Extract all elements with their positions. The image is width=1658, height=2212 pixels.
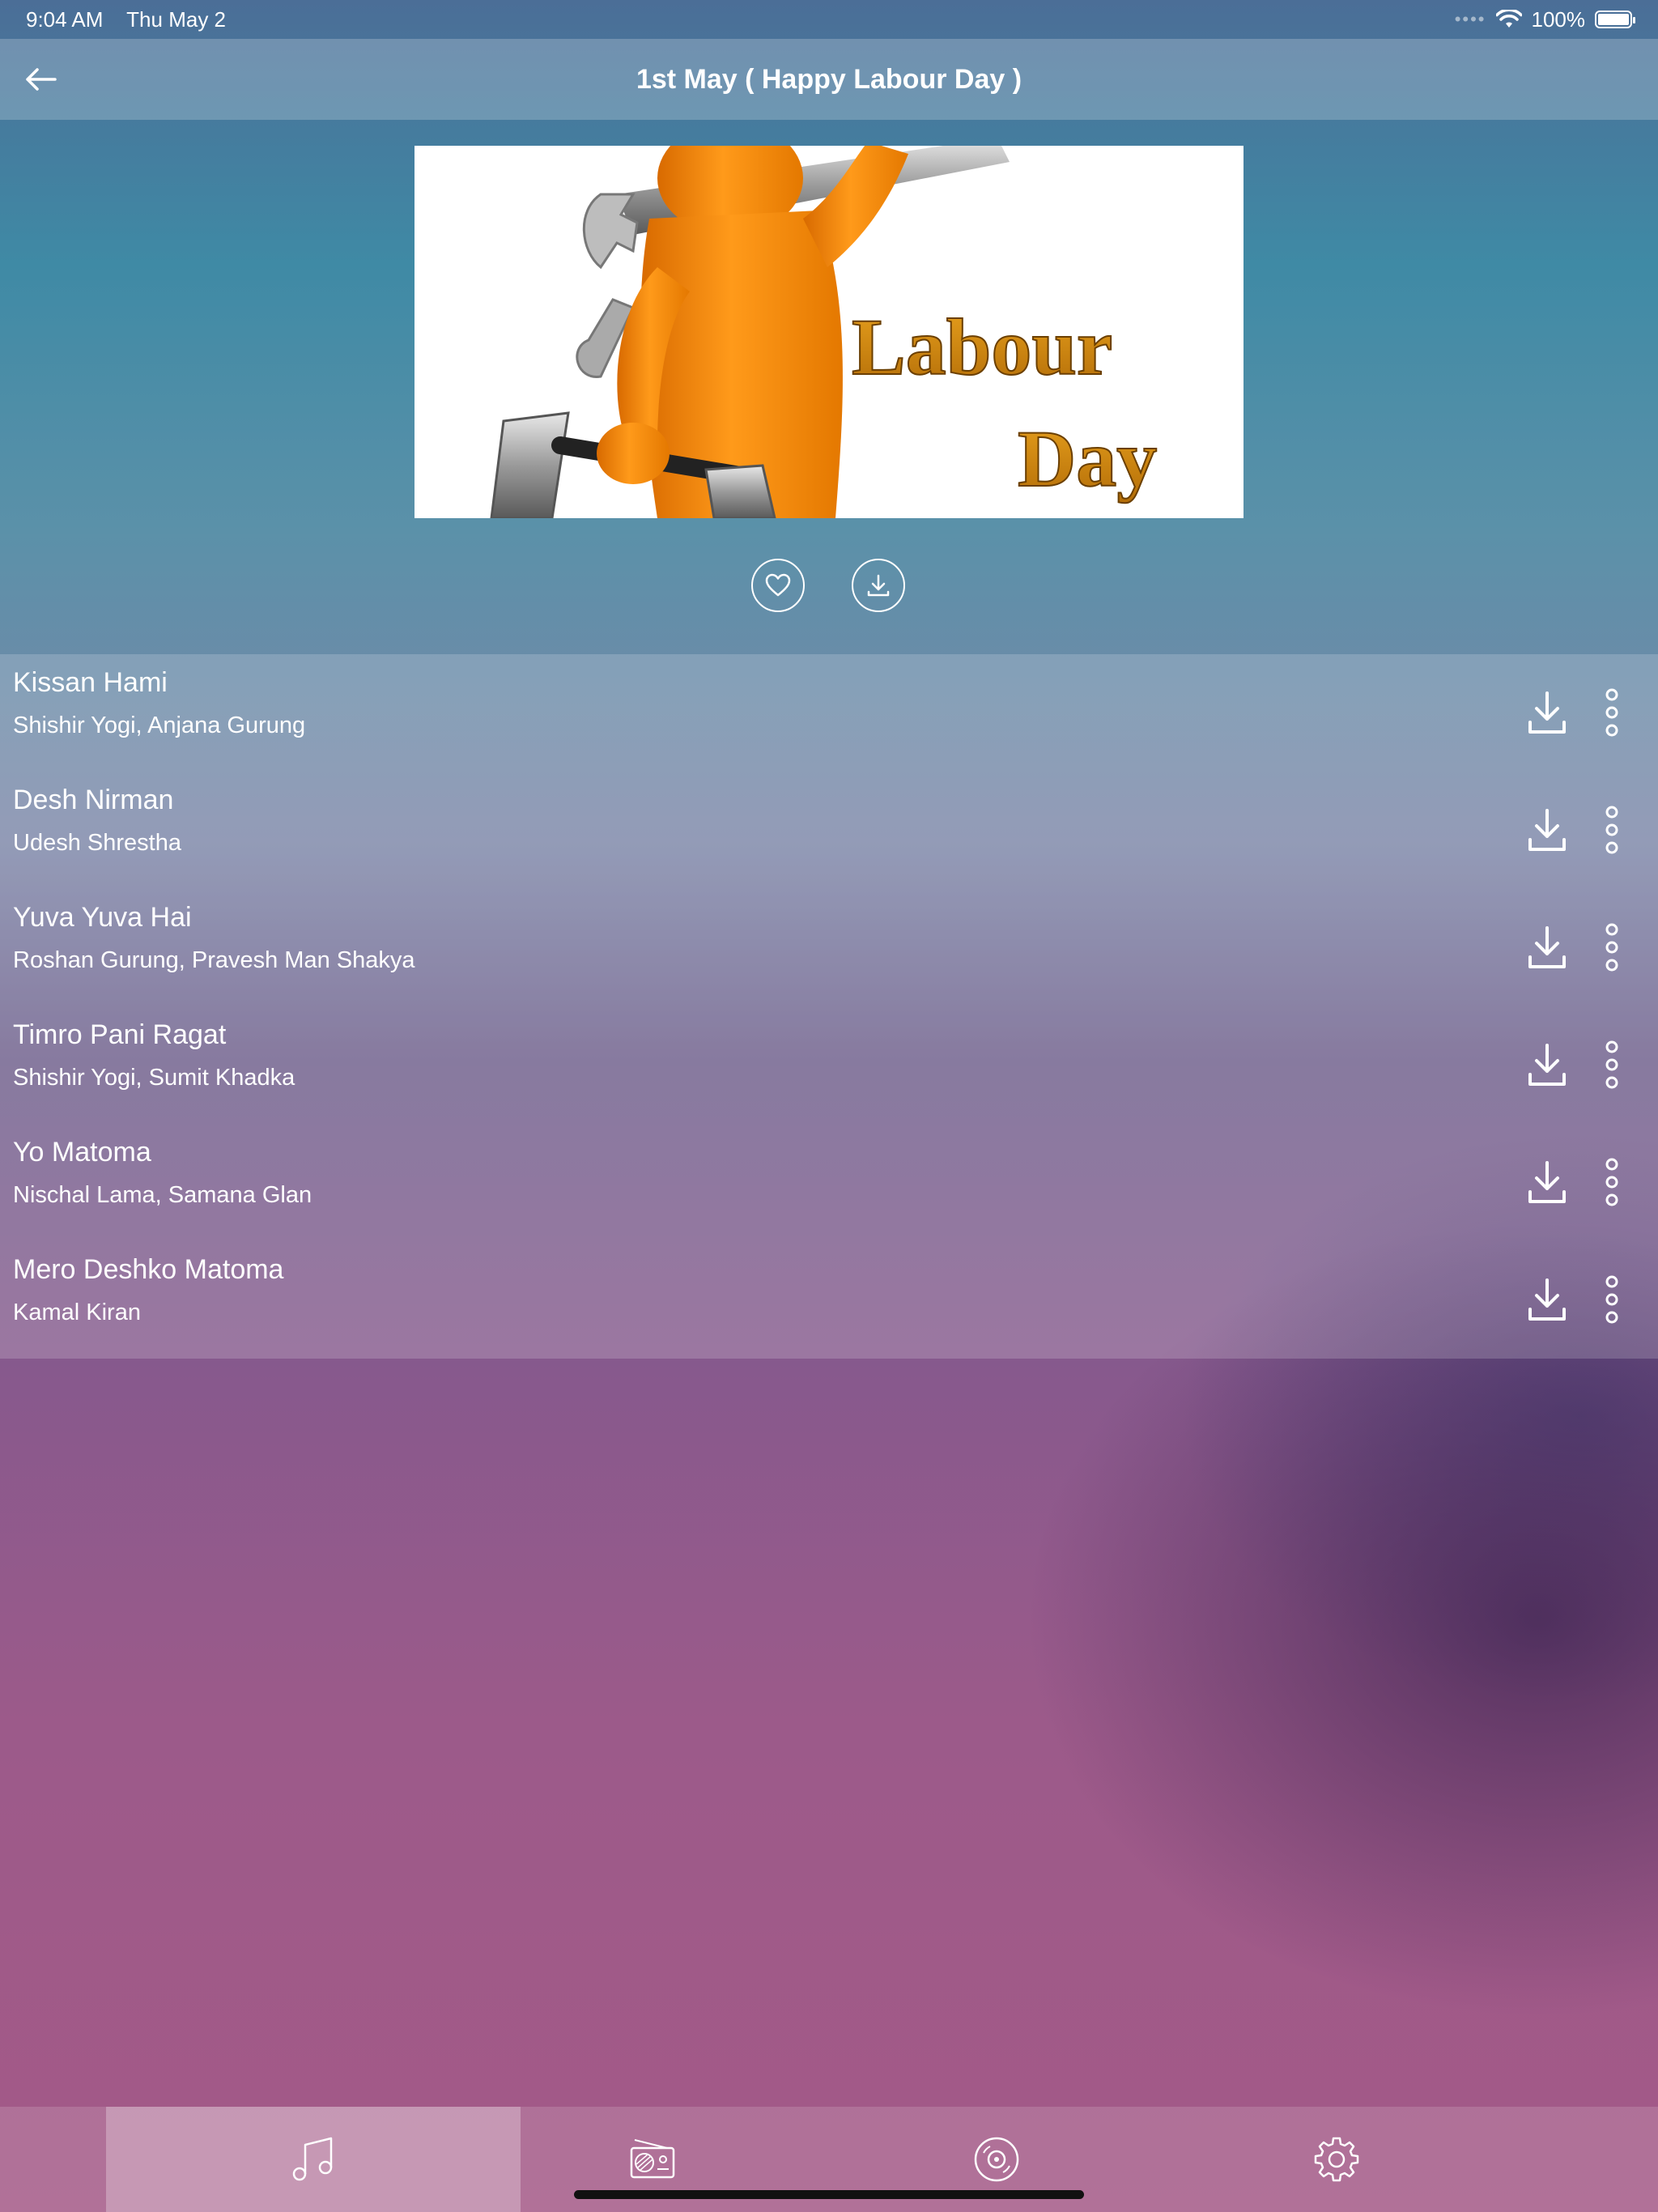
- download-icon: [867, 574, 890, 597]
- track-title: Timro Pani Ragat: [13, 1019, 227, 1050]
- action-row: [0, 559, 1658, 614]
- more-options-icon[interactable]: [1600, 1275, 1624, 1324]
- track-title: Desh Nirman: [13, 785, 174, 815]
- download-icon[interactable]: [1527, 1277, 1567, 1322]
- download-icon[interactable]: [1527, 807, 1567, 853]
- track-list: Kissan Hami Shishir Yogi, Anjana Gurung …: [0, 654, 1658, 1359]
- track-row[interactable]: Timro Pani Ragat Shishir Yogi, Sumit Kha…: [0, 1006, 1658, 1124]
- disc-icon: [974, 2137, 1019, 2182]
- track-row[interactable]: Desh Nirman Udesh Shrestha: [0, 772, 1658, 889]
- track-row[interactable]: Mero Deshko Matoma Kamal Kiran: [0, 1241, 1658, 1359]
- more-options-icon[interactable]: [1600, 923, 1624, 972]
- more-options-icon[interactable]: [1600, 806, 1624, 854]
- art-caption-labour: Labour: [852, 302, 1112, 392]
- arrow-left-icon: [26, 68, 57, 91]
- back-button[interactable]: [16, 55, 65, 104]
- page-title: 1st May ( Happy Labour Day ): [636, 63, 1022, 95]
- cellular-icon: ••••: [1454, 9, 1486, 29]
- track-title: Yuva Yuva Hai: [13, 902, 192, 933]
- track-row[interactable]: Yuva Yuva Hai Roshan Gurung, Pravesh Man…: [0, 889, 1658, 1006]
- status-right: •••• 100%: [1454, 6, 1635, 32]
- track-title: Kissan Hami: [13, 667, 168, 698]
- radio-icon: [630, 2139, 675, 2179]
- download-icon[interactable]: [1527, 925, 1567, 970]
- track-artists: Nischal Lama, Samana Glan: [13, 1182, 312, 1208]
- download-all-button[interactable]: [852, 559, 905, 612]
- wifi-icon: [1495, 10, 1522, 28]
- home-indicator: [574, 2190, 1084, 2199]
- favorite-button[interactable]: [751, 559, 805, 612]
- track-row[interactable]: Yo Matoma Nischal Lama, Samana Glan: [0, 1124, 1658, 1241]
- art-caption-day: Day: [1018, 414, 1157, 504]
- battery-percent: 100%: [1531, 6, 1586, 32]
- download-icon[interactable]: [1527, 1042, 1567, 1087]
- more-options-icon[interactable]: [1600, 1040, 1624, 1089]
- heart-icon: [765, 573, 791, 597]
- track-artists: Shishir Yogi, Sumit Khadka: [13, 1065, 295, 1091]
- track-title: Mero Deshko Matoma: [13, 1254, 284, 1285]
- status-left: 9:04 AM Thu May 2: [26, 7, 244, 32]
- status-date: Thu May 2: [126, 6, 226, 32]
- labour-day-illustration: Labour Day: [414, 146, 1244, 518]
- music-note-icon: [292, 2137, 333, 2181]
- track-artists: Udesh Shrestha: [13, 830, 181, 856]
- status-bar: 9:04 AM Thu May 2 •••• 100%: [0, 0, 1658, 39]
- tab-settings[interactable]: [1129, 2107, 1544, 2212]
- track-row[interactable]: Kissan Hami Shishir Yogi, Anjana Gurung: [0, 654, 1658, 772]
- track-title: Yo Matoma: [13, 1137, 151, 1168]
- track-artists: Kamal Kiran: [13, 1300, 141, 1325]
- more-options-icon[interactable]: [1600, 1158, 1624, 1206]
- more-options-icon[interactable]: [1600, 688, 1624, 737]
- album-artwork: Labour Day: [414, 146, 1244, 518]
- navigation-bar: 1st May ( Happy Labour Day ): [0, 39, 1658, 120]
- status-time: 9:04 AM: [26, 6, 104, 32]
- download-icon[interactable]: [1527, 1159, 1567, 1205]
- gear-icon: [1314, 2137, 1359, 2182]
- battery-icon: [1595, 11, 1635, 28]
- download-icon[interactable]: [1527, 690, 1567, 735]
- track-artists: Roshan Gurung, Pravesh Man Shakya: [13, 947, 415, 973]
- track-artists: Shishir Yogi, Anjana Gurung: [13, 713, 306, 738]
